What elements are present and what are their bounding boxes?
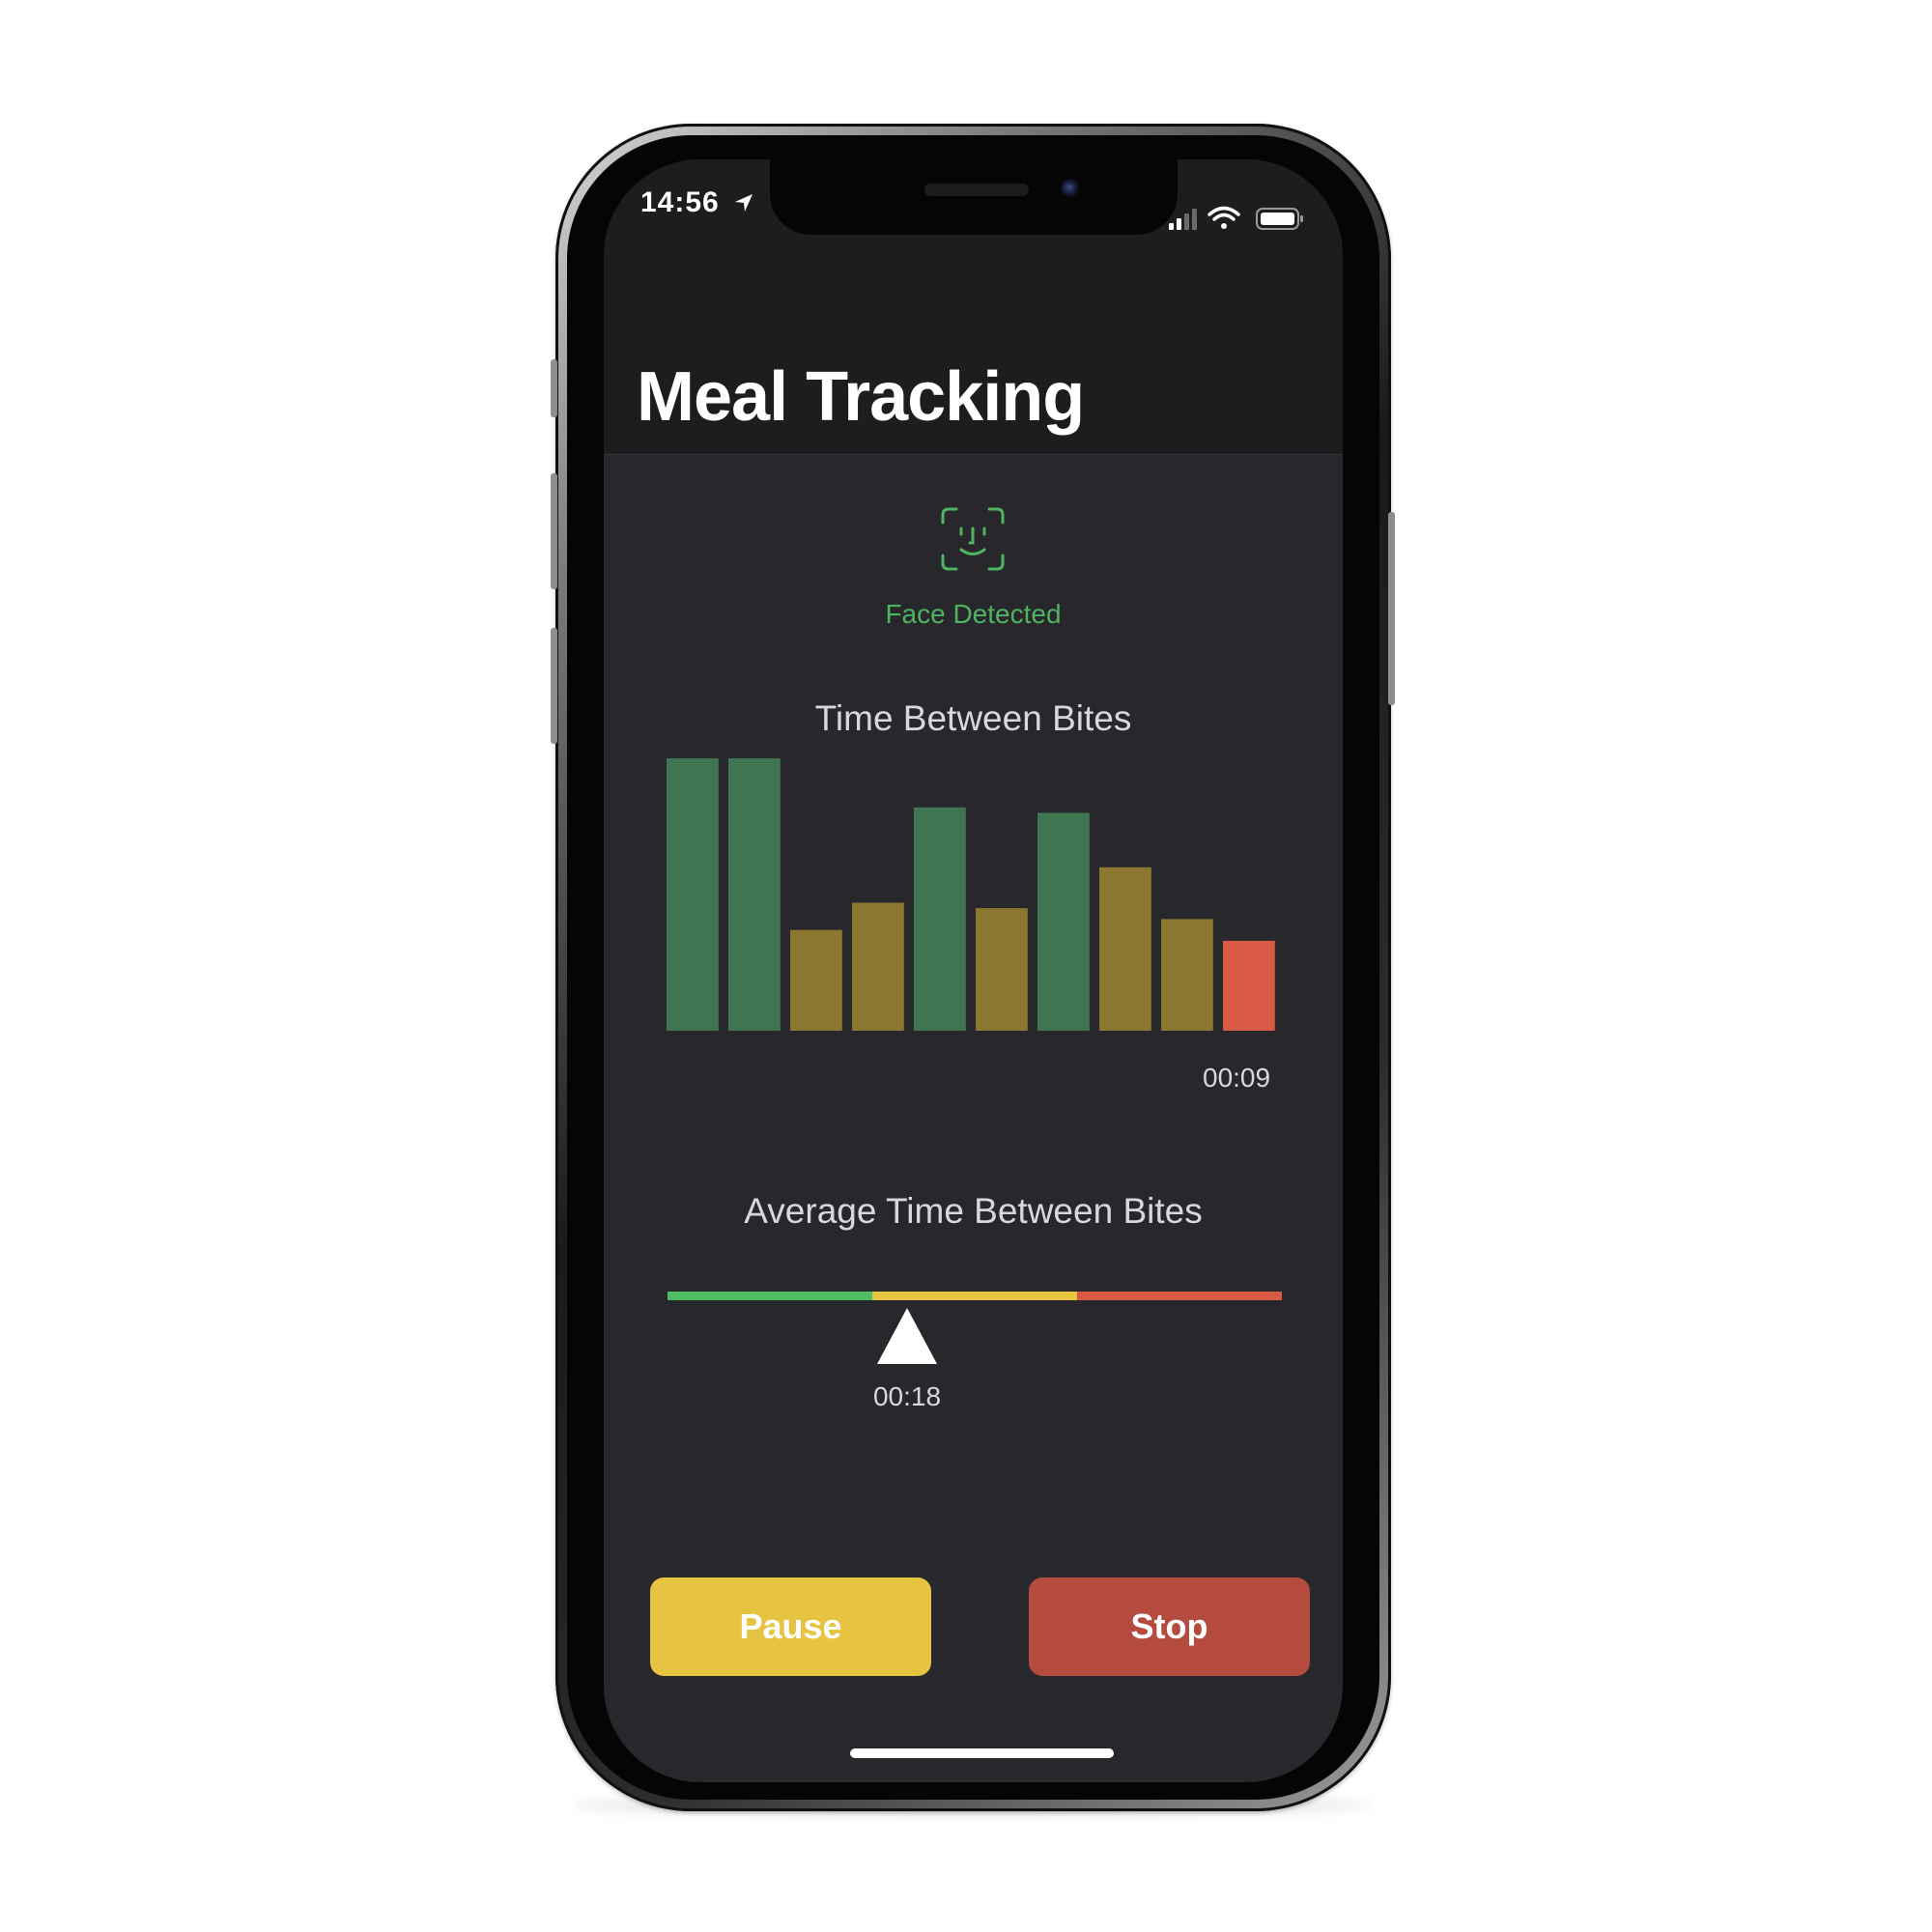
cellular-signal-icon bbox=[1169, 209, 1197, 230]
volume-up-button bbox=[551, 473, 557, 589]
average-marker-icon bbox=[877, 1308, 938, 1364]
bite-interval-bar-4 bbox=[852, 902, 904, 1031]
battery-icon bbox=[1256, 208, 1303, 230]
mute-switch bbox=[551, 359, 557, 417]
home-indicator[interactable] bbox=[850, 1748, 1114, 1758]
bite-interval-bar-2 bbox=[728, 758, 781, 1031]
average-title: Average Time Between Bites bbox=[744, 1191, 1203, 1231]
volume-down-button bbox=[551, 628, 557, 744]
bite-interval-bar-1 bbox=[667, 758, 719, 1031]
bite-interval-bar-chart bbox=[667, 758, 1275, 1031]
scale-green-segment bbox=[668, 1292, 872, 1300]
scale-red-segment bbox=[1077, 1292, 1282, 1300]
scale-yellow-segment bbox=[872, 1292, 1077, 1300]
status-icons bbox=[1169, 206, 1303, 230]
bite-interval-bar-8 bbox=[1099, 867, 1151, 1031]
pause-button[interactable]: Pause bbox=[650, 1577, 931, 1676]
status-time: 14:56 bbox=[640, 186, 720, 218]
latest-interval-label: 00:09 bbox=[1203, 1063, 1271, 1093]
navigation-bar: 14:56 Meal Tracking bbox=[604, 159, 1343, 455]
chart-title: Time Between Bites bbox=[814, 698, 1132, 738]
stop-button[interactable]: Stop bbox=[1029, 1577, 1310, 1676]
bite-interval-bar-5 bbox=[914, 807, 966, 1031]
face-detected-label: Face Detected bbox=[885, 599, 1062, 629]
average-scale bbox=[668, 1292, 1282, 1300]
wifi-icon bbox=[1208, 206, 1240, 229]
bite-interval-bar-10 bbox=[1223, 940, 1275, 1031]
face-id-icon bbox=[941, 507, 1005, 571]
average-value-label: 00:18 bbox=[872, 1381, 942, 1411]
speaker-grille bbox=[924, 184, 1029, 196]
notch bbox=[770, 159, 1178, 235]
page-title: Meal Tracking bbox=[637, 358, 1085, 436]
bite-interval-bar-3 bbox=[790, 929, 842, 1031]
location-arrow-icon bbox=[735, 194, 753, 212]
front-camera bbox=[1061, 179, 1080, 198]
power-button bbox=[1388, 512, 1395, 705]
bite-interval-bar-6 bbox=[976, 908, 1028, 1031]
bite-interval-bar-9 bbox=[1161, 919, 1213, 1031]
bite-interval-bar-7 bbox=[1037, 812, 1090, 1031]
phone-screen: 14:56 Meal Tracking Face Detected Time B… bbox=[604, 159, 1343, 1782]
